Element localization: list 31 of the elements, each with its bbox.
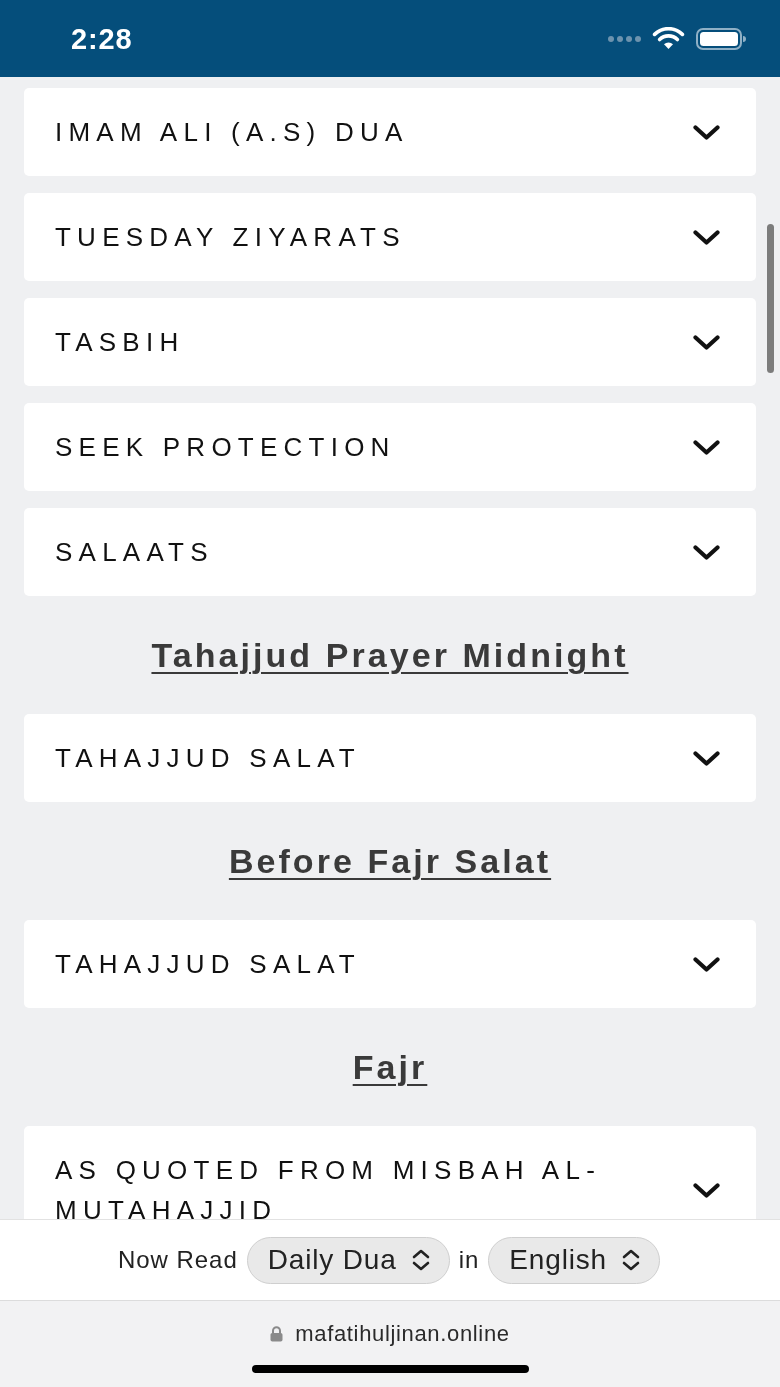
section-heading: Before Fajr Salat: [228, 841, 552, 882]
accordion-title: TASBIH: [55, 326, 185, 359]
accordion-item[interactable]: TUESDAY ZIYARATS: [24, 193, 756, 281]
up-down-chevron-icon: [621, 1249, 641, 1271]
accordion-item[interactable]: TAHAJJUD SALAT: [24, 920, 756, 1008]
joiner-label: in: [458, 1245, 480, 1275]
accordion-title: SALAATS: [55, 536, 214, 569]
accordion-title: IMAM ALI (A.S) DUA: [55, 116, 409, 149]
accordion-item[interactable]: SEEK PROTECTION: [24, 403, 756, 491]
accordion-item[interactable]: TAHAJJUD SALAT: [24, 714, 756, 802]
url-text[interactable]: mafatihuljinan.online: [295, 1321, 510, 1347]
accordion-item[interactable]: TASBIH: [24, 298, 756, 386]
battery-icon: [696, 27, 746, 50]
now-read-label: Now Read: [118, 1245, 238, 1275]
up-down-chevron-icon: [410, 1249, 431, 1271]
accordion-title: TUESDAY ZIYARATS: [55, 221, 406, 254]
signal-dots-icon: [608, 35, 641, 42]
section-heading: Fajr: [352, 1047, 428, 1088]
status-time: 2:28: [71, 23, 133, 54]
accordion-title: TAHAJJUD SALAT: [55, 742, 361, 775]
section-heading: Tahajjud Prayer Midnight: [151, 635, 629, 676]
book-select[interactable]: Daily Dua: [246, 1236, 450, 1284]
accordion-item[interactable]: SALAATS: [24, 508, 756, 596]
accordion-item[interactable]: IMAM ALI (A.S) DUA: [24, 88, 756, 176]
language-select[interactable]: English: [488, 1236, 660, 1284]
lock-icon: [270, 1326, 284, 1342]
wifi-icon: [652, 26, 685, 51]
accordion-title: TAHAJJUD SALAT: [55, 948, 361, 981]
accordion-title: AS QUOTED FROM MISBAH AL-MUTAHAJJID: [55, 1154, 603, 1219]
accordion-title: SEEK PROTECTION: [55, 431, 396, 464]
accordion-item[interactable]: AS QUOTED FROM MISBAH AL-MUTAHAJJID: [24, 1126, 756, 1219]
